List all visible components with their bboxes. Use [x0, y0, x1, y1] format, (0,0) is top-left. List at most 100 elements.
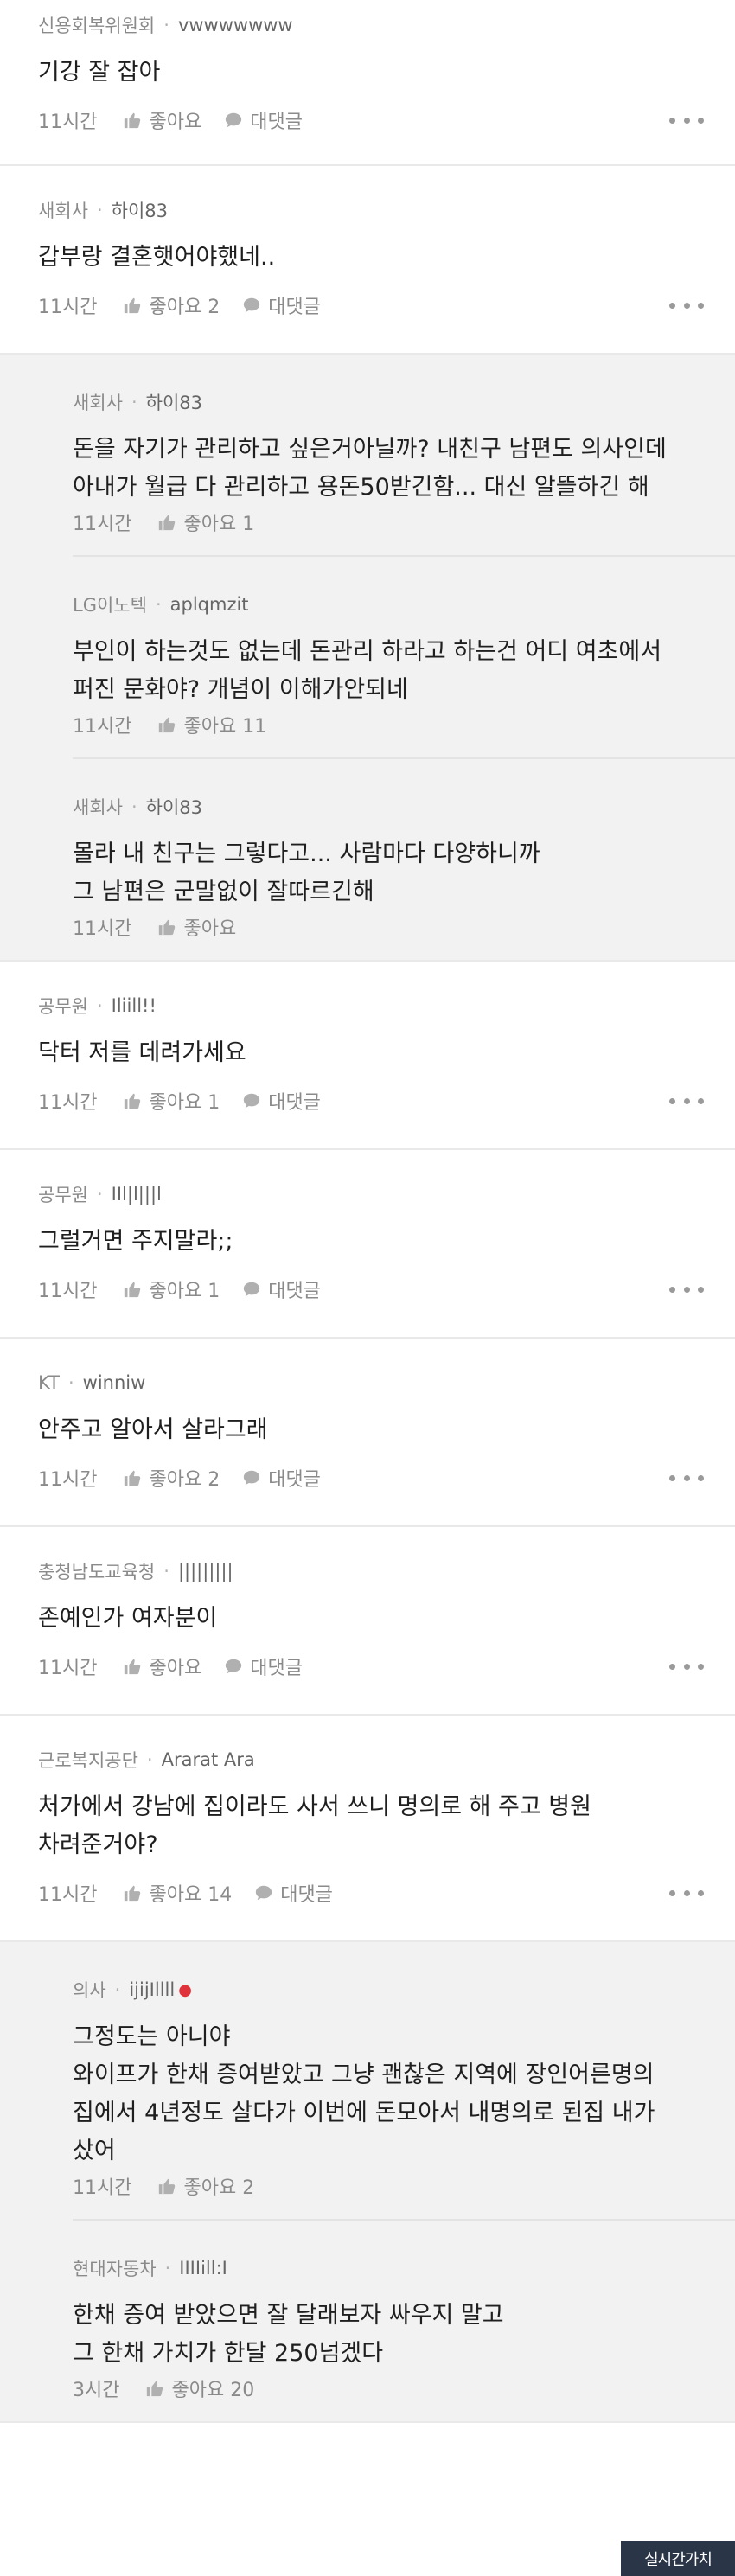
- comment-meta: LG이노텍 · aplqmzit: [73, 591, 700, 617]
- speech-bubble-icon: [242, 1091, 261, 1110]
- comment-text-line: 그 한채 가치가 한달 250넘겠다: [73, 2340, 384, 2367]
- reply-button[interactable]: 대댓글: [242, 1464, 321, 1492]
- like-button[interactable]: 좋아요: [157, 913, 236, 941]
- more-options-icon[interactable]: [669, 1889, 704, 1897]
- comment-item: 새회사 · 하이83 갑부랑 결혼햇어야했네.. 11시간 좋아요 2 대댓글: [0, 166, 735, 355]
- comment-actions: 11시간 좋아요 1 대댓글: [38, 1275, 704, 1303]
- meta-separator: ·: [155, 594, 162, 615]
- comment-actions: 11시간 좋아요 대댓글: [38, 106, 704, 134]
- speech-bubble-icon: [242, 1280, 261, 1299]
- author-nickname[interactable]: ijijIllll: [129, 1979, 175, 2000]
- comment-text-line: 그 남편은 군말없이 잘따르긴해: [73, 879, 374, 905]
- reply-button[interactable]: 대댓글: [224, 1652, 303, 1680]
- comment-meta: 근로복지공단 · Ararat Ara: [38, 1747, 700, 1773]
- comment-text-line: 한채 증여 받았으면 잘 달래보자 싸우지 말고: [73, 2302, 504, 2329]
- thumbs-up-icon: [123, 111, 142, 130]
- author-nickname[interactable]: Ararat Ara: [162, 1749, 255, 1770]
- author-nickname[interactable]: 하이83: [146, 389, 202, 415]
- more-options-icon[interactable]: [669, 1096, 704, 1105]
- speech-bubble-icon: [242, 1468, 261, 1487]
- reply-button[interactable]: 대댓글: [242, 1275, 321, 1303]
- meta-separator: ·: [146, 1749, 153, 1770]
- like-button[interactable]: 좋아요 11: [157, 711, 266, 738]
- comment-time: 11시간: [38, 297, 98, 318]
- like-count: 좋아요 2: [183, 2177, 255, 2199]
- like-count: 좋아요 2: [149, 1469, 220, 1491]
- more-options-icon[interactable]: [669, 301, 704, 310]
- comment-text: 존예인가 여자분이: [38, 1600, 700, 1638]
- like-button[interactable]: 좋아요 1: [123, 1087, 220, 1115]
- author-nickname[interactable]: winniw: [83, 1372, 146, 1393]
- reply-label: 대댓글: [268, 1092, 321, 1114]
- like-button[interactable]: 좋아요: [123, 1652, 201, 1680]
- comment-text: 그정도는 아니야 와이프가 한채 증여받았고 그냥 괜찮은 지역에 장인어른명의 …: [73, 2018, 700, 2170]
- comment-text: 갑부랑 결혼햇어야했네..: [38, 239, 700, 277]
- comment-text-line: 존예인가 여자분이: [38, 1605, 218, 1632]
- like-button[interactable]: 좋아요 1: [123, 1275, 220, 1303]
- like-button[interactable]: 좋아요 2: [157, 2172, 254, 2200]
- like-button[interactable]: 좋아요 2: [123, 291, 220, 319]
- comment-text: 기강 잘 잡아: [38, 54, 700, 92]
- reply-label: 대댓글: [280, 1884, 333, 1906]
- reply-button[interactable]: 대댓글: [242, 1087, 321, 1115]
- thumbs-up-icon: [123, 1468, 142, 1487]
- meta-separator: ·: [131, 796, 137, 817]
- comment-actions: 11시간 좋아요 1 대댓글: [38, 1087, 704, 1115]
- meta-separator: ·: [131, 392, 137, 412]
- like-count: 좋아요: [149, 1658, 202, 1679]
- comment-text: 그럴거면 주지말라;;: [38, 1223, 700, 1261]
- more-options-icon[interactable]: [669, 116, 704, 125]
- comment-actions: 11시간 좋아요 1: [73, 514, 700, 555]
- meta-separator: ·: [67, 1372, 74, 1393]
- author-nickname[interactable]: Iliill!!: [112, 995, 157, 1016]
- like-button[interactable]: 좋아요 20: [145, 2375, 254, 2402]
- like-count: 좋아요 1: [183, 514, 255, 535]
- comment-list: 신용회복위원회 · vwwwwwww 기강 잘 잡아 11시간 좋아요 대댓글 새회사 · 하이8…: [0, 0, 735, 2576]
- reply-item: 새회사 · 하이83 몰라 내 친구는 그렇다고... 사람마다 다양하니까 그 남편은…: [73, 757, 735, 960]
- comment-meta: 새회사 · 하이83: [38, 197, 700, 223]
- author-nickname[interactable]: IIl|l|||l: [112, 1184, 162, 1205]
- more-options-icon[interactable]: [669, 1473, 704, 1482]
- like-button[interactable]: 좋아요 14: [123, 1879, 232, 1907]
- comment-text-line: 몰라 내 친구는 그렇다고... 사람마다 다양하니까: [73, 841, 540, 867]
- author-company: 충청남도교육청: [38, 1562, 156, 1582]
- thumbs-up-icon: [123, 1657, 142, 1676]
- author-nickname[interactable]: 하이83: [112, 197, 168, 223]
- author-nickname[interactable]: IIIIill:I: [179, 2258, 227, 2279]
- reply-item: LG이노텍 · aplqmzit 부인이 하는것도 없는데 돈관리 하라고 하는건 어…: [73, 555, 735, 757]
- comment-text-line: 갑부랑 결혼햇어야했네..: [38, 244, 276, 271]
- comment-item: 공무원 · IIl|l|||l 그럴거면 주지말라;; 11시간 좋아요 1 대댓글: [0, 1150, 735, 1339]
- comment-text-line: 닥터 저를 데려가세요: [38, 1039, 246, 1066]
- comment-time: 11시간: [38, 112, 98, 133]
- author-nickname[interactable]: vwwwwwww: [178, 15, 293, 35]
- like-count: 좋아요 14: [149, 1884, 233, 1906]
- comment-meta: 신용회복위원회 · vwwwwwww: [38, 12, 700, 38]
- author-nickname[interactable]: aplqmzit: [170, 594, 249, 615]
- comment-text-line: 안주고 알아서 살라그래: [38, 1416, 268, 1443]
- reply-thread: 의사 · ijijIllll ● 그정도는 아니야 와이프가 한채 증여받았고 그냥 괜찮…: [0, 1942, 735, 2423]
- author-nickname[interactable]: |||||||||: [178, 1561, 233, 1582]
- comment-item: KT · winniw 안주고 알아서 살라그래 11시간 좋아요 2 대댓글: [0, 1339, 735, 1527]
- reply-button[interactable]: 대댓글: [224, 106, 303, 134]
- reply-thread: 새회사 · 하이83 돈을 자기가 관리하고 싶은거아닐까? 내친구 남편도 의사인데…: [0, 355, 735, 962]
- reply-button[interactable]: 대댓글: [242, 291, 321, 319]
- author-company: LG이노텍: [73, 595, 147, 616]
- comment-time: 11시간: [73, 918, 132, 940]
- like-count: 좋아요 20: [171, 2380, 255, 2401]
- meta-separator: ·: [96, 995, 103, 1016]
- comment-item: 공무원 · Iliill!! 닥터 저를 데려가세요 11시간 좋아요 1 대댓글: [0, 962, 735, 1150]
- thumbs-up-icon: [123, 296, 142, 315]
- like-button[interactable]: 좋아요: [123, 106, 201, 134]
- comment-meta: 충청남도교육청 · |||||||||: [38, 1558, 700, 1584]
- meta-separator: ·: [163, 1561, 169, 1582]
- more-options-icon[interactable]: [669, 1662, 704, 1671]
- reply-button[interactable]: 대댓글: [254, 1879, 333, 1907]
- author-nickname[interactable]: 하이83: [146, 794, 202, 820]
- like-button[interactable]: 좋아요 2: [123, 1464, 220, 1492]
- reply-label: 대댓글: [250, 112, 303, 133]
- speech-bubble-icon: [254, 1883, 273, 1902]
- more-options-icon[interactable]: [669, 1285, 704, 1294]
- meta-separator: ·: [96, 200, 103, 221]
- like-button[interactable]: 좋아요 1: [157, 508, 254, 536]
- meta-separator: ·: [114, 1979, 121, 2000]
